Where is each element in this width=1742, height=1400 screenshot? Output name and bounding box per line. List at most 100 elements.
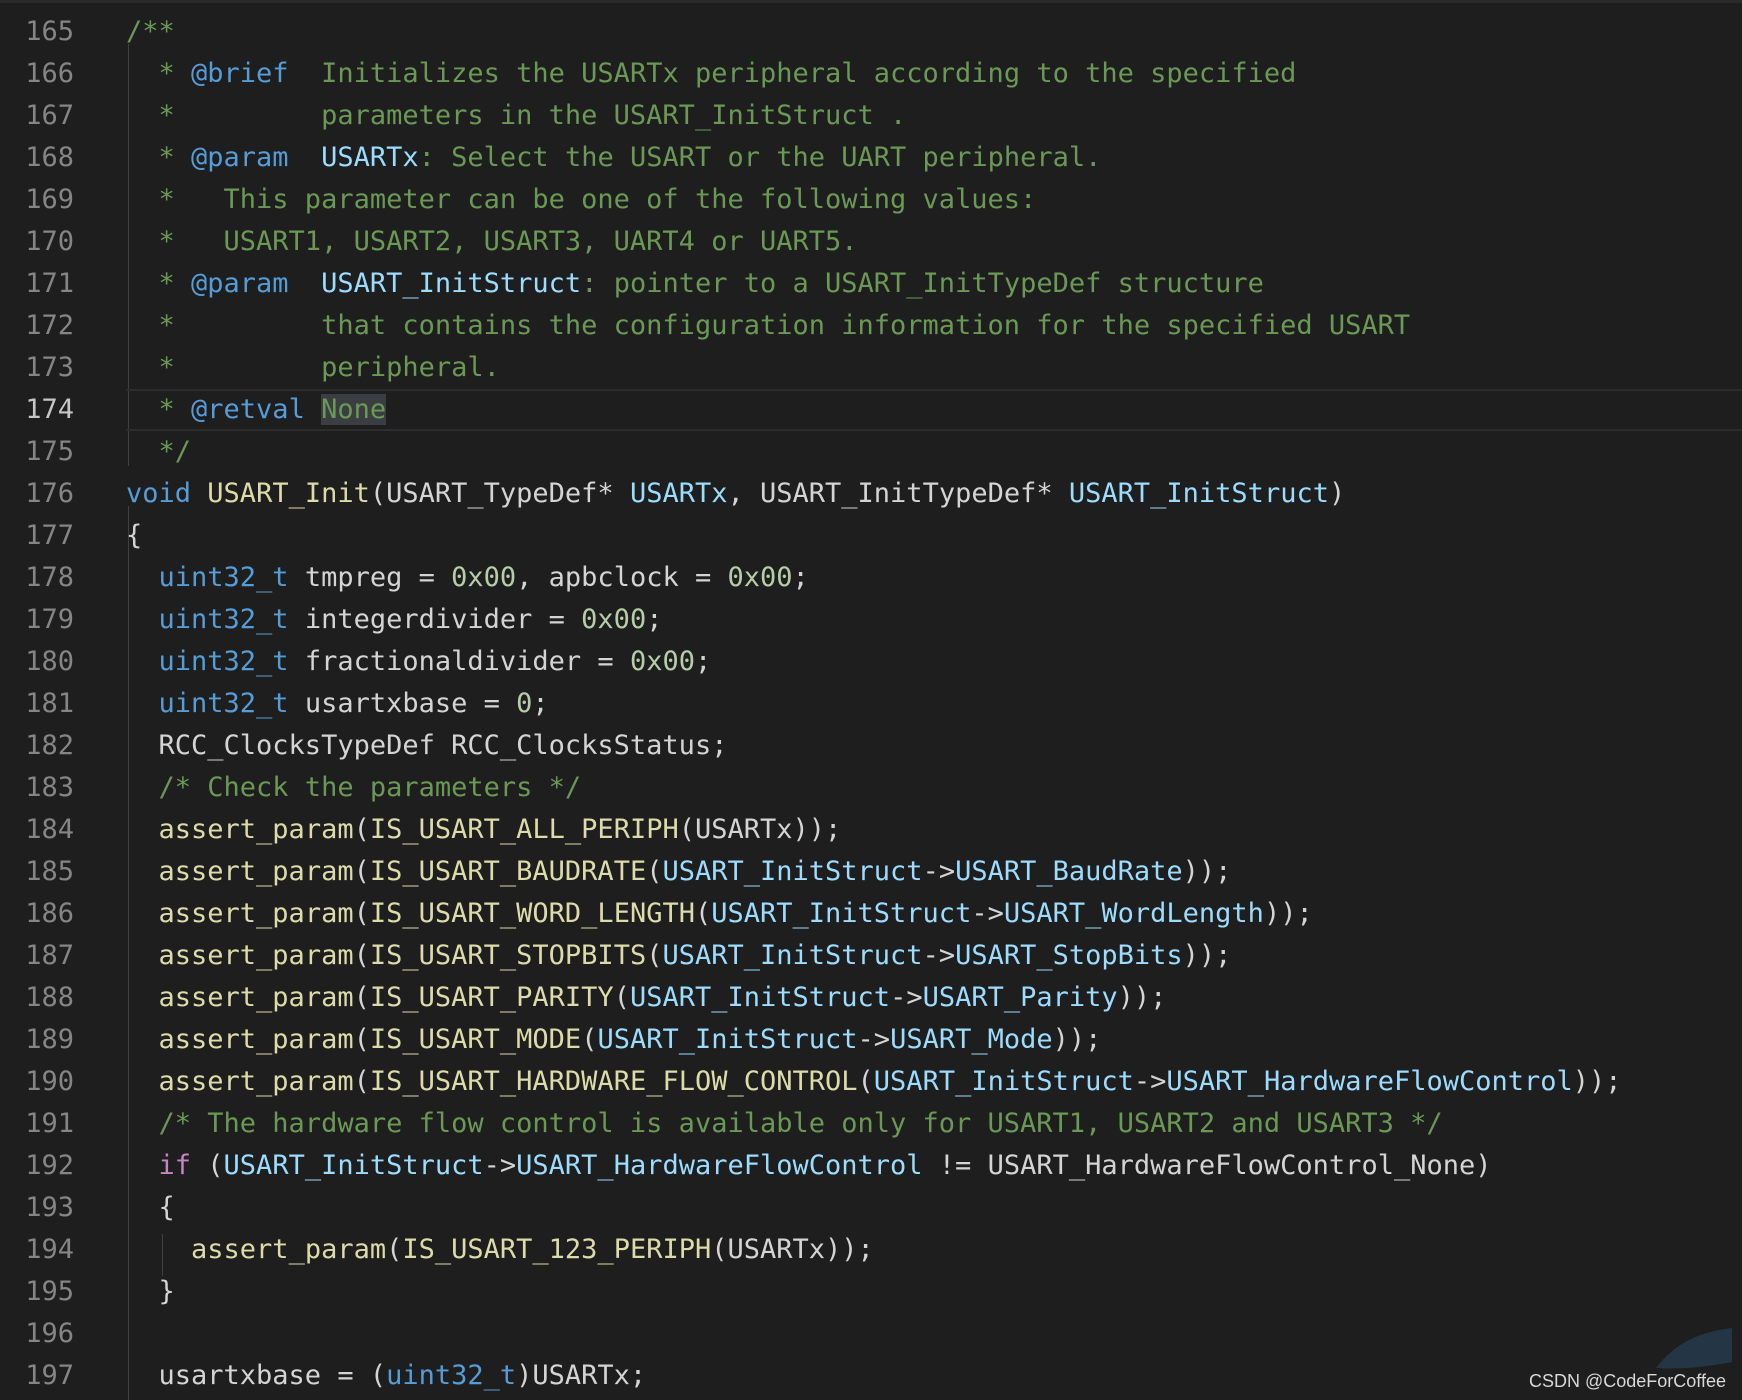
line-number[interactable]: 190	[0, 1061, 74, 1103]
code-line[interactable]: 178 uint32_t tmpreg = 0x00, apbclock = 0…	[0, 557, 1742, 599]
code-line[interactable]: 182 RCC_ClocksTypeDef RCC_ClocksStatus;	[0, 725, 1742, 767]
line-text[interactable]: */	[126, 431, 192, 473]
line-text[interactable]: uint32_t fractionaldivider = 0x00;	[126, 641, 712, 683]
code-line[interactable]: 180 uint32_t fractionaldivider = 0x00;	[0, 641, 1742, 683]
line-number[interactable]: 171	[0, 263, 74, 305]
line-text[interactable]: assert_param(IS_USART_PARITY(USART_InitS…	[126, 977, 1167, 1019]
code-line[interactable]: 185 assert_param(IS_USART_BAUDRATE(USART…	[0, 851, 1742, 893]
line-number[interactable]: 183	[0, 767, 74, 809]
code-line[interactable]: 192 if (USART_InitStruct->USART_Hardware…	[0, 1145, 1742, 1187]
code-line[interactable]: 177 {	[0, 515, 1742, 557]
line-number[interactable]: 177	[0, 515, 74, 557]
code-line[interactable]: 175 */	[0, 431, 1742, 473]
line-number[interactable]: 185	[0, 851, 74, 893]
line-number[interactable]: 195	[0, 1271, 74, 1313]
code-line[interactable]: 193 {	[0, 1187, 1742, 1229]
line-text[interactable]: * peripheral.	[126, 347, 500, 389]
line-text[interactable]: usartxbase = (uint32_t)USARTx;	[126, 1355, 647, 1397]
line-number[interactable]: 197	[0, 1355, 74, 1397]
line-number[interactable]: 180	[0, 641, 74, 683]
line-text[interactable]: assert_param(IS_USART_HARDWARE_FLOW_CONT…	[126, 1061, 1622, 1103]
line-text[interactable]: uint32_t tmpreg = 0x00, apbclock = 0x00;	[126, 557, 809, 599]
code-line[interactable]: 173 * peripheral.	[0, 347, 1742, 389]
code-line[interactable]: 190 assert_param(IS_USART_HARDWARE_FLOW_…	[0, 1061, 1742, 1103]
code-line[interactable]: 165 /**	[0, 11, 1742, 53]
code-line[interactable]: 186 assert_param(IS_USART_WORD_LENGTH(US…	[0, 893, 1742, 935]
line-text[interactable]: {	[126, 1187, 175, 1229]
line-number[interactable]: 187	[0, 935, 74, 977]
line-number[interactable]: 176	[0, 473, 74, 515]
code-editor[interactable]: 165 /** 166 * @brief Initializes the USA…	[0, 0, 1742, 1400]
selected-word: None	[321, 394, 387, 425]
line-text[interactable]: * @retval None	[126, 389, 387, 431]
line-number[interactable]: 186	[0, 893, 74, 935]
line-text[interactable]: RCC_ClocksTypeDef RCC_ClocksStatus;	[126, 725, 728, 767]
code-line[interactable]: 169 * This parameter can be one of the f…	[0, 179, 1742, 221]
code-line[interactable]: 187 assert_param(IS_USART_STOPBITS(USART…	[0, 935, 1742, 977]
line-text[interactable]: assert_param(IS_USART_ALL_PERIPH(USARTx)…	[126, 809, 842, 851]
code-line-current[interactable]: 174 * @retval None	[0, 389, 1742, 431]
code-line[interactable]: 197 usartxbase = (uint32_t)USARTx;	[0, 1355, 1742, 1397]
code-line[interactable]: 170 * USART1, USART2, USART3, UART4 or U…	[0, 221, 1742, 263]
code-line[interactable]: 195 }	[0, 1271, 1742, 1313]
line-text[interactable]: * parameters in the USART_InitStruct .	[126, 95, 907, 137]
code-line[interactable]: 194 assert_param(IS_USART_123_PERIPH(USA…	[0, 1229, 1742, 1271]
line-number[interactable]: 175	[0, 431, 74, 473]
line-number[interactable]: 168	[0, 137, 74, 179]
code-line[interactable]: 183 /* Check the parameters */	[0, 767, 1742, 809]
line-number[interactable]: 172	[0, 305, 74, 347]
line-text[interactable]: * USART1, USART2, USART3, UART4 or UART5…	[126, 221, 858, 263]
code-line[interactable]: 176 void USART_Init(USART_TypeDef* USART…	[0, 473, 1742, 515]
line-text[interactable]: * that contains the configuration inform…	[126, 305, 1411, 347]
line-text[interactable]: * @param USART_InitStruct: pointer to a …	[126, 263, 1264, 305]
code-line[interactable]: 181 uint32_t usartxbase = 0;	[0, 683, 1742, 725]
line-text[interactable]: * This parameter can be one of the follo…	[126, 179, 1037, 221]
line-number-active[interactable]: 174	[0, 389, 74, 431]
line-text[interactable]: assert_param(IS_USART_WORD_LENGTH(USART_…	[126, 893, 1313, 935]
code-line[interactable]: 172 * that contains the configuration in…	[0, 305, 1742, 347]
line-number[interactable]: 188	[0, 977, 74, 1019]
line-text[interactable]: uint32_t integerdivider = 0x00;	[126, 599, 663, 641]
code-line[interactable]: 189 assert_param(IS_USART_MODE(USART_Ini…	[0, 1019, 1742, 1061]
line-text[interactable]: assert_param(IS_USART_STOPBITS(USART_Ini…	[126, 935, 1232, 977]
line-number[interactable]: 179	[0, 599, 74, 641]
line-number[interactable]: 196	[0, 1313, 74, 1355]
code-line[interactable]: 167 * parameters in the USART_InitStruct…	[0, 95, 1742, 137]
line-number[interactable]: 194	[0, 1229, 74, 1271]
code-line[interactable]: 179 uint32_t integerdivider = 0x00;	[0, 599, 1742, 641]
line-text[interactable]: * @param USARTx: Select the USART or the…	[126, 137, 1102, 179]
line-number[interactable]: 165	[0, 11, 74, 53]
line-text[interactable]: assert_param(IS_USART_MODE(USART_InitStr…	[126, 1019, 1102, 1061]
line-number[interactable]: 173	[0, 347, 74, 389]
code-line[interactable]: 196	[0, 1313, 1742, 1355]
line-text[interactable]: * @brief Initializes the USARTx peripher…	[126, 53, 1297, 95]
line-text[interactable]: if (USART_InitStruct->USART_HardwareFlow…	[126, 1145, 1492, 1187]
line-text[interactable]: assert_param(IS_USART_BAUDRATE(USART_Ini…	[126, 851, 1232, 893]
line-number[interactable]: 182	[0, 725, 74, 767]
line-number[interactable]: 191	[0, 1103, 74, 1145]
line-number[interactable]: 189	[0, 1019, 74, 1061]
line-number[interactable]: 181	[0, 683, 74, 725]
code-line[interactable]: 171 * @param USART_InitStruct: pointer t…	[0, 263, 1742, 305]
line-number[interactable]: 193	[0, 1187, 74, 1229]
line-number[interactable]: 192	[0, 1145, 74, 1187]
line-number[interactable]: 170	[0, 221, 74, 263]
line-text[interactable]: void USART_Init(USART_TypeDef* USARTx, U…	[126, 473, 1345, 515]
code-line[interactable]: 188 assert_param(IS_USART_PARITY(USART_I…	[0, 977, 1742, 1019]
line-text[interactable]: uint32_t usartxbase = 0;	[126, 683, 549, 725]
line-text[interactable]: /* Check the parameters */	[126, 767, 582, 809]
line-number[interactable]: 184	[0, 809, 74, 851]
code-line[interactable]: 184 assert_param(IS_USART_ALL_PERIPH(USA…	[0, 809, 1742, 851]
line-text[interactable]: /**	[126, 11, 175, 53]
code-line[interactable]: 191 /* The hardware flow control is avai…	[0, 1103, 1742, 1145]
line-text[interactable]: /* The hardware flow control is availabl…	[126, 1103, 1443, 1145]
code-line[interactable]: 166 * @brief Initializes the USARTx peri…	[0, 53, 1742, 95]
line-number[interactable]: 166	[0, 53, 74, 95]
line-number[interactable]: 178	[0, 557, 74, 599]
line-number[interactable]: 167	[0, 95, 74, 137]
line-text[interactable]: assert_param(IS_USART_123_PERIPH(USARTx)…	[126, 1229, 874, 1271]
line-text[interactable]: }	[126, 1271, 175, 1313]
code-line[interactable]: 168 * @param USARTx: Select the USART or…	[0, 137, 1742, 179]
line-number[interactable]: 169	[0, 179, 74, 221]
line-text[interactable]: {	[126, 515, 142, 557]
